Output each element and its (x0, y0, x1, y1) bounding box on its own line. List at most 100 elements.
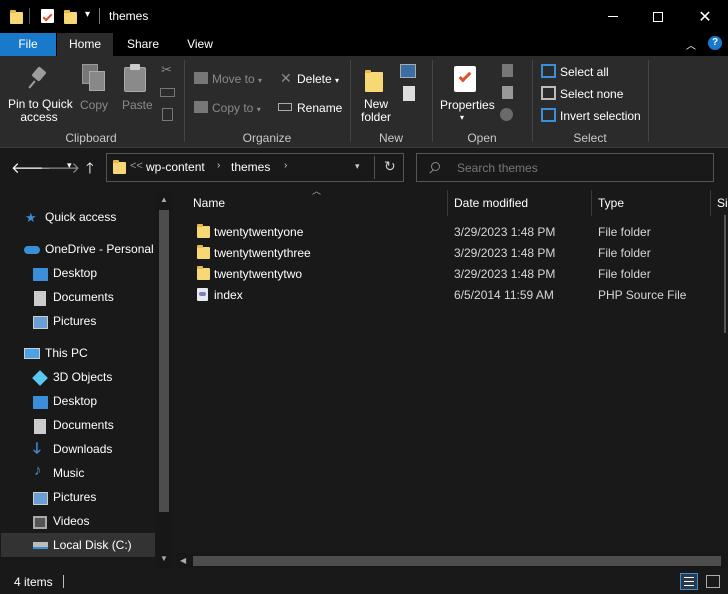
nav-downloads[interactable]: Downloads (53, 442, 112, 456)
file-name: twentytwentytwo (214, 267, 303, 281)
collapse-ribbon-icon[interactable]: ︿ (686, 37, 696, 52)
tab-home[interactable]: Home (57, 33, 113, 56)
nav-quick-access[interactable]: Quick access (45, 210, 116, 224)
copy-path-icon[interactable] (160, 88, 175, 97)
details-view-button[interactable] (680, 573, 698, 590)
minimize-button[interactable] (590, 0, 636, 33)
customize-toolbar-icon[interactable]: ▾ (85, 9, 90, 20)
copy-button[interactable]: Copy (80, 98, 108, 112)
column-header-name[interactable]: Name (193, 196, 225, 210)
downloads-icon: 🡓 (33, 440, 41, 457)
nav-music[interactable]: Music (53, 466, 84, 480)
table-row[interactable]: index 6/5/2014 11:59 AM PHP Source File (188, 284, 718, 305)
chevron-down-icon[interactable]: ▾ (460, 113, 464, 122)
item-count: 4 items (14, 575, 53, 589)
column-header-size[interactable]: Si (717, 196, 728, 210)
folder-icon[interactable] (10, 10, 23, 24)
nav-onedrive-desktop[interactable]: Desktop (53, 266, 97, 280)
new-folder-button[interactable]: New folder (358, 98, 394, 124)
close-button[interactable]: ✕ (682, 0, 728, 33)
easy-access-icon[interactable] (403, 86, 415, 101)
nav-scrollbar-thumb[interactable] (159, 210, 169, 512)
breadcrumb-separator-icon[interactable]: › (217, 160, 220, 171)
horizontal-scrollbar[interactable]: ◀ (176, 553, 728, 569)
edit-icon[interactable] (502, 86, 513, 99)
documents-icon (34, 291, 46, 306)
scroll-left-icon[interactable]: ◀ (180, 556, 186, 565)
divider (63, 575, 64, 588)
paste-button[interactable]: Paste (122, 98, 153, 112)
tab-file[interactable]: File (0, 33, 56, 56)
move-to-button[interactable]: Move to ▾ (212, 72, 262, 86)
properties-quick-icon[interactable] (41, 9, 54, 23)
up-button[interactable]: 🡑 (86, 158, 94, 183)
maximize-button[interactable] (635, 0, 681, 33)
invert-selection-icon (541, 108, 556, 122)
breadcrumb-themes[interactable]: themes (231, 160, 270, 174)
nav-this-pc[interactable]: This PC (45, 346, 88, 360)
rename-button[interactable]: Rename (297, 101, 342, 115)
nav-onedrive-pictures[interactable]: Pictures (53, 314, 96, 328)
copy-to-label: Copy to (212, 101, 254, 115)
history-icon[interactable] (500, 108, 513, 121)
navigation-pane: ★ Quick access OneDrive - Personal Deskt… (0, 188, 172, 569)
cut-icon[interactable]: ✂ (161, 62, 172, 78)
folder-icon (197, 266, 210, 280)
properties-button[interactable]: Properties (440, 98, 495, 112)
column-divider[interactable] (591, 190, 592, 216)
column-header-date[interactable]: Date modified (454, 196, 528, 210)
column-header-type[interactable]: Type (598, 196, 624, 210)
address-history-dropdown[interactable]: ▾ (355, 161, 360, 172)
select-all-button[interactable]: Select all (560, 65, 609, 79)
scroll-down-icon[interactable]: ▼ (160, 554, 168, 563)
horizontal-scrollbar-thumb[interactable] (193, 556, 721, 566)
table-row[interactable]: twentytwentythree 3/29/2023 1:48 PM File… (188, 242, 718, 263)
nav-desktop[interactable]: Desktop (53, 394, 97, 408)
invert-selection-button[interactable]: Invert selection (560, 109, 641, 123)
copy-to-button[interactable]: Copy to ▾ (212, 101, 261, 115)
nav-local-disk[interactable]: Local Disk (C:) (53, 538, 132, 552)
tab-view[interactable]: View (174, 33, 226, 56)
new-folder-quick-icon[interactable] (64, 10, 77, 24)
divider (374, 156, 375, 179)
clipboard-group-label: Clipboard (65, 131, 117, 145)
new-item-icon[interactable] (400, 64, 416, 78)
delete-button[interactable]: Delete ▾ (297, 72, 339, 86)
address-overflow[interactable]: << (130, 160, 143, 172)
scroll-up-icon[interactable]: ▲ (160, 195, 168, 204)
address-bar[interactable]: << wp-content › themes › ▾ ↻ (106, 153, 404, 182)
folder-icon (197, 245, 210, 259)
recent-locations-button[interactable]: ▾ (67, 160, 72, 171)
nav-onedrive[interactable]: OneDrive - Personal (45, 242, 154, 256)
desktop-icon (33, 268, 48, 281)
nav-videos[interactable]: Videos (53, 514, 89, 528)
tab-share[interactable]: Share (119, 33, 167, 56)
status-bar: 4 items (0, 569, 728, 594)
nav-onedrive-documents[interactable]: Documents (53, 290, 114, 304)
nav-pictures[interactable]: Pictures (53, 490, 96, 504)
breadcrumb-separator-icon[interactable]: › (284, 160, 287, 171)
nav-documents[interactable]: Documents (53, 418, 114, 432)
paste-shortcut-icon[interactable] (162, 108, 173, 121)
large-icons-view-button[interactable] (706, 575, 720, 588)
table-row[interactable]: twentytwentyone 3/29/2023 1:48 PM File f… (188, 221, 718, 242)
forward-button[interactable]: 🡒 (40, 158, 80, 177)
column-divider[interactable] (447, 190, 448, 216)
search-icon-handle (429, 169, 434, 174)
column-divider[interactable] (710, 190, 711, 216)
select-none-button[interactable]: Select none (560, 87, 623, 101)
help-icon[interactable]: ? (708, 36, 722, 50)
pin-to-quick-access-button[interactable]: Pin to Quick access (8, 98, 73, 124)
organize-group-label: Organize (242, 131, 292, 145)
properties-icon (454, 66, 476, 92)
table-row[interactable]: twentytwentytwo 3/29/2023 1:48 PM File f… (188, 263, 718, 284)
nav-scrollbar[interactable]: ▲ ▼ (156, 193, 172, 569)
breadcrumb-wp-content[interactable]: wp-content (146, 160, 205, 174)
divider (99, 8, 100, 24)
refresh-icon[interactable]: ↻ (384, 158, 396, 175)
vertical-scroll-indicator[interactable] (724, 215, 726, 333)
open-icon[interactable] (502, 64, 513, 77)
search-box[interactable]: Search themes (416, 153, 714, 182)
nav-3d-objects[interactable]: 3D Objects (53, 370, 112, 384)
minimize-icon (608, 16, 618, 17)
